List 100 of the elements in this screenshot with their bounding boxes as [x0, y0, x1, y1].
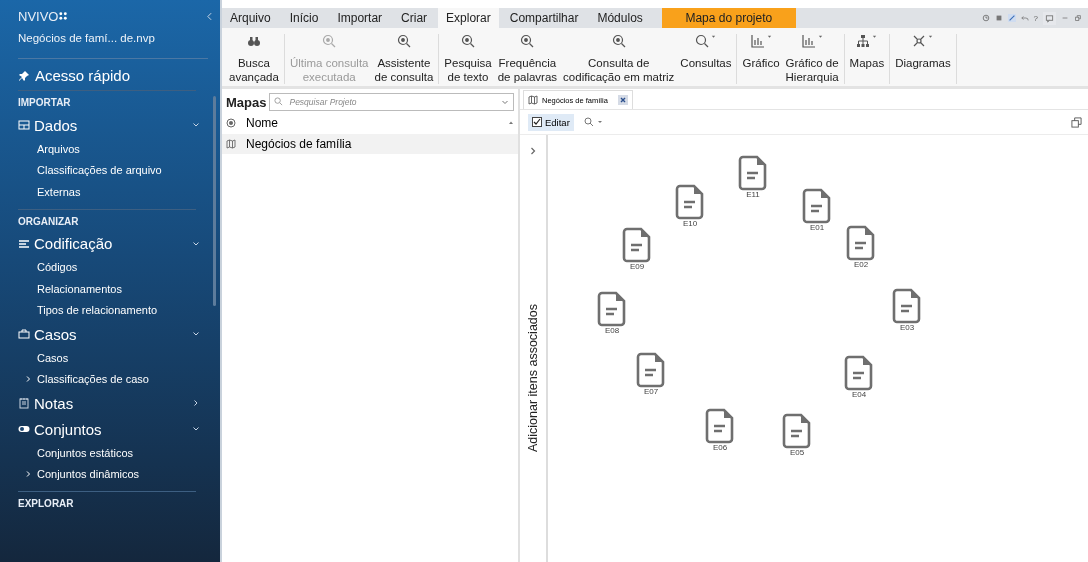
nav-item[interactable]: Códigos	[0, 256, 208, 278]
ribbon-tab[interactable]: Módulos	[589, 8, 651, 28]
chevron-icon[interactable]	[192, 239, 200, 248]
ribbon-button[interactable]: Frequência de palavras	[494, 28, 561, 84]
chevron-icon[interactable]	[192, 399, 200, 407]
nav-item[interactable]: Conjuntos dinâmicos	[0, 463, 208, 485]
document-icon[interactable]	[705, 408, 735, 444]
chevron-icon[interactable]	[24, 470, 32, 479]
quick-access-item[interactable]: Acesso rápido	[0, 59, 220, 84]
ribbon-button[interactable]: Gráfico de Hierarquia	[782, 28, 842, 84]
document-icon[interactable]	[782, 413, 812, 449]
node-label: E07	[643, 387, 659, 396]
ribbon-tab[interactable]: Importar	[329, 8, 391, 28]
ribbon-tab[interactable]: Início	[281, 8, 327, 28]
document-icon[interactable]	[636, 352, 666, 388]
ribbon-button[interactable]: Consulta de codificação em matriz	[560, 28, 678, 84]
nav-item[interactable]: Externas	[0, 181, 208, 203]
document-icon[interactable]	[892, 288, 922, 324]
search-field[interactable]: Pesquisar Projeto	[269, 93, 514, 111]
nav-item[interactable]: Casos	[0, 347, 208, 369]
chevron-icon[interactable]	[24, 375, 32, 384]
section-heading: IMPORTAR	[17, 96, 72, 110]
toggle-icon	[18, 423, 30, 435]
ribbon-button[interactable]: Diagramas	[892, 28, 954, 84]
nav-item[interactable]: Relacionamentos	[0, 278, 208, 300]
side-panel-label[interactable]: Adicionar itens associados	[526, 304, 540, 452]
hierarchy-icon	[856, 34, 871, 48]
ribbon-button[interactable]: Gráfico	[739, 28, 783, 84]
restore-icon[interactable]	[1071, 116, 1082, 128]
section-heading: ORGANIZAR	[17, 214, 80, 229]
help-button[interactable]: ?	[1033, 13, 1038, 23]
pen-icon[interactable]	[1007, 14, 1016, 22]
list-row[interactable]: Negócios de família	[222, 134, 518, 154]
ribbon-button[interactable]: Busca avançada	[226, 28, 282, 84]
edit-toggle[interactable]: Editar	[528, 113, 574, 131]
document-icon[interactable]	[597, 291, 627, 327]
nav-item[interactable]: Classificações de arquivo	[0, 159, 208, 181]
node-label: E10	[682, 219, 698, 228]
sort-icon[interactable]	[508, 120, 514, 126]
node-label: E11	[746, 190, 760, 199]
node-label: E01	[809, 223, 825, 232]
ribbon-button[interactable]: Pesquisa de texto	[441, 28, 495, 84]
document-icon[interactable]	[846, 225, 876, 261]
refresh-icon[interactable]	[981, 14, 990, 22]
document-icon[interactable]	[844, 355, 874, 391]
chevron-icon[interactable]	[192, 425, 200, 433]
nav-item[interactable]: Tipos de relacionamento	[0, 299, 208, 321]
nav-group[interactable]: Casos	[0, 321, 208, 347]
document-icon[interactable]	[622, 227, 652, 263]
document-icon[interactable]	[738, 155, 768, 191]
briefcase-icon	[18, 328, 30, 340]
nav-group[interactable]: Notas	[0, 390, 208, 416]
ribbon-tab[interactable]: Mapa do projeto	[661, 8, 796, 28]
chevron-icon[interactable]	[192, 121, 200, 129]
select-all-icon[interactable]	[226, 118, 236, 128]
search-icon	[611, 34, 626, 48]
node-label: E09	[629, 262, 645, 271]
nav-group[interactable]: Codificação	[0, 230, 208, 257]
caret-icon	[817, 34, 823, 39]
comment-icon[interactable]	[1043, 11, 1056, 25]
node-label: E03	[899, 323, 915, 332]
ribbon-button[interactable]: Consultas	[677, 28, 735, 84]
search-icon	[695, 34, 710, 48]
save-icon[interactable]	[994, 14, 1003, 22]
list-icon	[18, 237, 30, 250]
collapse-icon[interactable]	[207, 12, 212, 21]
ribbon-tab[interactable]: Arquivo	[222, 8, 279, 28]
binoculars-icon	[246, 34, 261, 48]
close-icon[interactable]	[617, 95, 628, 105]
expand-icon[interactable]	[530, 147, 536, 155]
search-icon	[322, 34, 337, 48]
checkbox[interactable]	[532, 117, 542, 127]
table-icon	[18, 119, 30, 131]
zoom-icon[interactable]	[583, 117, 604, 127]
node-label: E05	[789, 448, 805, 457]
nav-item[interactable]: Classificações de caso	[0, 368, 208, 390]
node-label: E04	[851, 390, 867, 399]
caret-icon	[711, 34, 717, 39]
nav-group[interactable]: Conjuntos	[0, 416, 208, 442]
caret-icon	[928, 34, 934, 39]
document-icon[interactable]	[802, 188, 832, 224]
nav-item[interactable]: Conjuntos estáticos	[0, 442, 208, 464]
column-header[interactable]: Nome	[246, 116, 498, 130]
ribbon-button[interactable]: Assistente de consulta	[371, 28, 437, 84]
restore-icon[interactable]	[1074, 14, 1082, 22]
chevron-icon[interactable]	[192, 330, 200, 338]
ribbon-tab[interactable]: Compartilhar	[501, 8, 587, 28]
app-logo: NVIVO	[18, 9, 69, 24]
ribbon-button[interactable]: Mapas	[846, 28, 888, 84]
nav-item[interactable]: Arquivos	[0, 138, 208, 160]
nav-group[interactable]: Dados	[0, 112, 208, 138]
node-label: E06	[712, 443, 728, 452]
pin-icon	[18, 69, 30, 82]
caret-icon	[872, 34, 878, 39]
bar-chart-icon	[750, 34, 765, 48]
ribbon-tab[interactable]: Criar	[393, 8, 436, 28]
ribbon-tab[interactable]: Explorar	[438, 8, 499, 28]
document-icon[interactable]	[675, 184, 705, 220]
search-icon	[396, 34, 411, 48]
caret-icon	[766, 34, 772, 39]
